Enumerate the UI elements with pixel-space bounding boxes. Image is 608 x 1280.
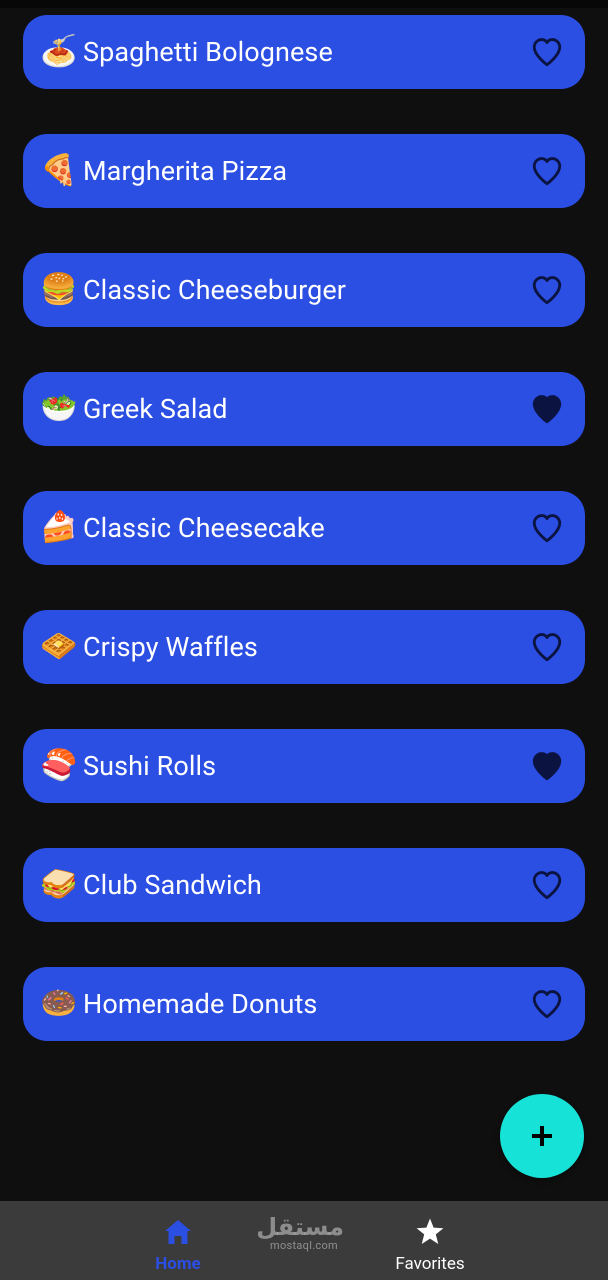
app-screen: 🍝 Spaghetti Bolognese 🍕 Margherita Pizza…	[0, 0, 608, 1280]
food-emoji-icon: 🍩	[40, 986, 78, 1021]
nav-favorites-label: Favorites	[395, 1254, 465, 1274]
food-emoji-icon: 🍰	[40, 510, 78, 545]
plus-icon	[532, 1126, 552, 1146]
recipe-card-1[interactable]: 🍕 Margherita Pizza	[23, 134, 585, 208]
status-bar-edge	[0, 0, 608, 8]
heart-outline-icon	[532, 38, 562, 67]
food-emoji-icon: 🥪	[40, 867, 78, 902]
nav-favorites-tab[interactable]: Favorites	[378, 1201, 482, 1280]
favorite-heart-button[interactable]	[527, 270, 567, 310]
favorite-heart-button[interactable]	[527, 151, 567, 191]
recipe-title: Crispy Waffles	[83, 631, 258, 663]
heart-outline-icon	[532, 514, 562, 543]
recipe-title: Classic Cheeseburger	[83, 274, 346, 306]
favorite-heart-button[interactable]	[527, 627, 567, 667]
star-icon	[415, 1217, 445, 1247]
recipe-card-7[interactable]: 🥪 Club Sandwich	[23, 848, 585, 922]
nav-home-tab[interactable]: Home	[138, 1201, 218, 1280]
recipe-title: Greek Salad	[83, 393, 228, 425]
recipe-title: Classic Cheesecake	[83, 512, 325, 544]
recipe-list: 🍝 Spaghetti Bolognese 🍕 Margherita Pizza…	[23, 15, 585, 1041]
home-icon	[163, 1217, 193, 1247]
recipe-title: Club Sandwich	[83, 869, 262, 901]
recipe-card-2[interactable]: 🍔 Classic Cheeseburger	[23, 253, 585, 327]
recipe-title: Margherita Pizza	[83, 155, 288, 187]
recipe-card-3[interactable]: 🥗 Greek Salad	[23, 372, 585, 446]
recipe-card-4[interactable]: 🍰 Classic Cheesecake	[23, 491, 585, 565]
recipe-card-8[interactable]: 🍩 Homemade Donuts	[23, 967, 585, 1041]
heart-outline-icon	[532, 990, 562, 1019]
recipe-title: Homemade Donuts	[83, 988, 318, 1020]
recipe-title: Spaghetti Bolognese	[83, 36, 333, 68]
favorite-heart-button[interactable]	[527, 508, 567, 548]
favorite-heart-button[interactable]	[527, 389, 567, 429]
favorite-heart-button[interactable]	[527, 32, 567, 72]
recipe-card-0[interactable]: 🍝 Spaghetti Bolognese	[23, 15, 585, 89]
heart-outline-icon	[532, 276, 562, 305]
food-emoji-icon: 🍔	[40, 272, 78, 307]
favorite-heart-button[interactable]	[527, 984, 567, 1024]
heart-outline-icon	[532, 871, 562, 900]
nav-home-label: Home	[155, 1254, 201, 1274]
heart-filled-icon	[532, 395, 562, 424]
food-emoji-icon: 🍣	[40, 748, 78, 783]
heart-outline-icon	[532, 157, 562, 186]
food-emoji-icon: 🧇	[40, 629, 78, 664]
food-emoji-icon: 🍕	[40, 153, 78, 188]
heart-filled-icon	[532, 752, 562, 781]
food-emoji-icon: 🍝	[40, 34, 78, 69]
heart-outline-icon	[532, 633, 562, 662]
recipe-card-6[interactable]: 🍣 Sushi Rolls	[23, 729, 585, 803]
bottom-navigation: Home Favorites	[0, 1201, 608, 1280]
recipe-card-5[interactable]: 🧇 Crispy Waffles	[23, 610, 585, 684]
food-emoji-icon: 🥗	[40, 391, 78, 426]
favorite-heart-button[interactable]	[527, 865, 567, 905]
add-recipe-button[interactable]	[500, 1094, 584, 1178]
recipe-title: Sushi Rolls	[83, 750, 217, 782]
favorite-heart-button[interactable]	[527, 746, 567, 786]
